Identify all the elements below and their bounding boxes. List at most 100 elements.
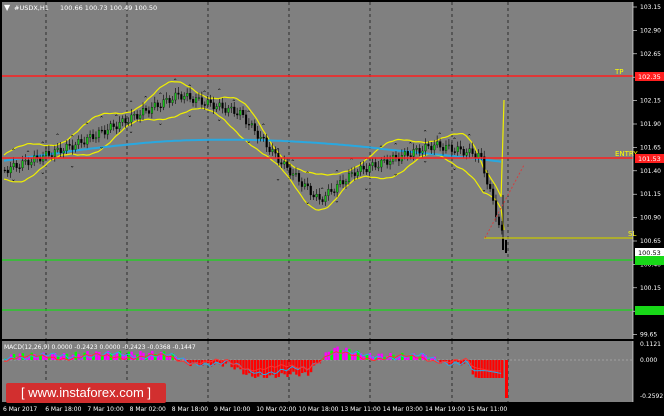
- chart-window[interactable]: ⌃ ⌄ ⌃ ⌃ ⌄ ⌃ ⌃ ⌄ ⌃ ⌃ ⌄ ⌃ ⌃ ⌄ ⌃ ⌃ ⌄ ⌃ ⌃ ⌄ ⌃ ⌃ ⌄ ⌃ ⌃ ⌄ ⌃ ⌃ ⌄ ⌃ ⌃ ⌄ ⌃ ⌃ ⌄ ⌃ ⌃ ⌄ ⌃ ⌃…: [0, 0, 664, 416]
- candle-body: [186, 93, 189, 97]
- candle-body: [106, 129, 109, 135]
- candle-body: [139, 114, 142, 119]
- candle-body: [150, 107, 154, 114]
- candle-body: [336, 184, 339, 193]
- candle-body: [253, 123, 256, 132]
- candle-body: [492, 188, 495, 201]
- price-tick-label: 102.65: [640, 51, 661, 58]
- candle-body: [30, 161, 33, 166]
- candle-body: [21, 160, 24, 169]
- price-tick-label: 101.15: [640, 191, 661, 198]
- macd-bar: [345, 347, 348, 360]
- candle-body: [115, 126, 118, 130]
- candle-body: [368, 165, 371, 173]
- time-tick-label: 9 Mar 10:00: [214, 406, 250, 413]
- candle-body: [427, 144, 430, 147]
- candle-body: [297, 173, 301, 182]
- candle-body: [436, 141, 439, 146]
- price-tick-label: 103.15: [640, 4, 661, 11]
- fractal-up-icon: ⌃: [187, 84, 192, 91]
- candle-body: [136, 114, 139, 119]
- candle-body: [45, 151, 48, 156]
- fractal-down-icon: ⌄: [40, 169, 45, 176]
- time-tick-label: 10 Mar 02:00: [256, 406, 296, 413]
- candle-body: [183, 96, 186, 100]
- candle-body: [162, 99, 165, 108]
- candle-body: [68, 143, 71, 146]
- fractal-up-icon: ⌃: [128, 100, 133, 107]
- fractal-down-icon: ⌄: [305, 199, 310, 206]
- candle-body: [247, 123, 251, 126]
- fractal-down-icon: ⌄: [452, 165, 457, 172]
- macd-bar: [251, 360, 254, 377]
- candle-body: [468, 148, 471, 153]
- macd-bar: [486, 360, 489, 378]
- macd-bar: [505, 360, 508, 398]
- candle-body: [350, 172, 354, 174]
- macd-price-axis[interactable]: 0.1121 0.000 -0.2592: [632, 341, 663, 402]
- candle-body: [227, 107, 230, 113]
- candle-body: [389, 161, 392, 165]
- time-axis[interactable]: 6 Mar 2017 6 Mar 18:00 7 Mar 10:00 8 Mar 02…: [3, 406, 507, 413]
- candle-body: [306, 183, 309, 187]
- candle-body: [127, 122, 130, 124]
- candle-body: [192, 99, 195, 103]
- candle-body: [356, 171, 359, 176]
- candle-body: [218, 102, 221, 107]
- candle-body: [206, 99, 209, 106]
- candle-body: [347, 173, 351, 182]
- fractal-up-icon: ⌃: [481, 158, 486, 165]
- fractal-up-icon: ⌃: [261, 123, 266, 130]
- macd-bar: [127, 351, 130, 360]
- macd-bar: [474, 360, 477, 378]
- candle-body: [262, 136, 265, 139]
- candle-body: [62, 150, 65, 154]
- candle-body: [112, 123, 115, 127]
- candle-body: [377, 166, 380, 169]
- fractal-up-icon: ⌃: [217, 88, 222, 95]
- triangle-down-icon[interactable]: ▼: [4, 3, 11, 12]
- fractal-up-icon: ⌃: [305, 171, 310, 178]
- time-tick-label: 15 Mar 11:00: [467, 406, 507, 413]
- macd-bar: [95, 351, 98, 360]
- candle-body: [147, 110, 151, 114]
- candle-body: [50, 155, 54, 157]
- candle-body: [18, 167, 21, 169]
- candle-body: [353, 172, 356, 176]
- candle-body: [256, 130, 259, 139]
- candle-body: [221, 102, 224, 109]
- price-tick-label: 102.90: [640, 27, 661, 34]
- candle-body: [250, 123, 254, 126]
- chart-ohlc: 100.66 100.73 100.49 100.50: [60, 4, 157, 12]
- time-tick-label: 8 Mar 02:00: [130, 406, 166, 413]
- macd-bar: [304, 360, 307, 373]
- candle-body: [312, 194, 315, 198]
- watermark-banner[interactable]: [ www.instaforex.com ]: [6, 383, 166, 403]
- candle-body: [92, 134, 95, 140]
- macd-bar: [495, 360, 498, 378]
- candle-body: [415, 148, 418, 150]
- macd-bar: [354, 352, 357, 360]
- candle-body: [74, 144, 77, 150]
- macd-bar: [245, 360, 248, 375]
- candle-body: [374, 162, 377, 168]
- price-tick-label: 100.65: [640, 238, 661, 245]
- candle-body: [89, 134, 92, 138]
- price-tick-label: 101.65: [640, 144, 661, 151]
- fractal-down-icon: ⌄: [187, 112, 192, 119]
- candle-body: [406, 151, 409, 156]
- fractal-up-icon: ⌃: [55, 133, 60, 140]
- candle-body: [318, 193, 321, 200]
- fractal-up-icon: ⌃: [99, 115, 104, 122]
- macd-bar: [492, 360, 495, 378]
- main-plot-area[interactable]: [2, 2, 633, 339]
- candle-body: [142, 108, 145, 116]
- candle-body: [471, 148, 474, 154]
- tp-price-value: 102.35: [638, 73, 661, 81]
- tp-level-tag: TP: [614, 68, 624, 76]
- candle-body: [77, 139, 80, 146]
- fractal-down-icon: ⌄: [364, 185, 369, 192]
- fractal-up-icon: ⌃: [114, 114, 119, 121]
- price-axis[interactable]: 103.15102.90102.65102.40102.15101.90101.…: [632, 2, 661, 339]
- candle-body: [395, 154, 398, 158]
